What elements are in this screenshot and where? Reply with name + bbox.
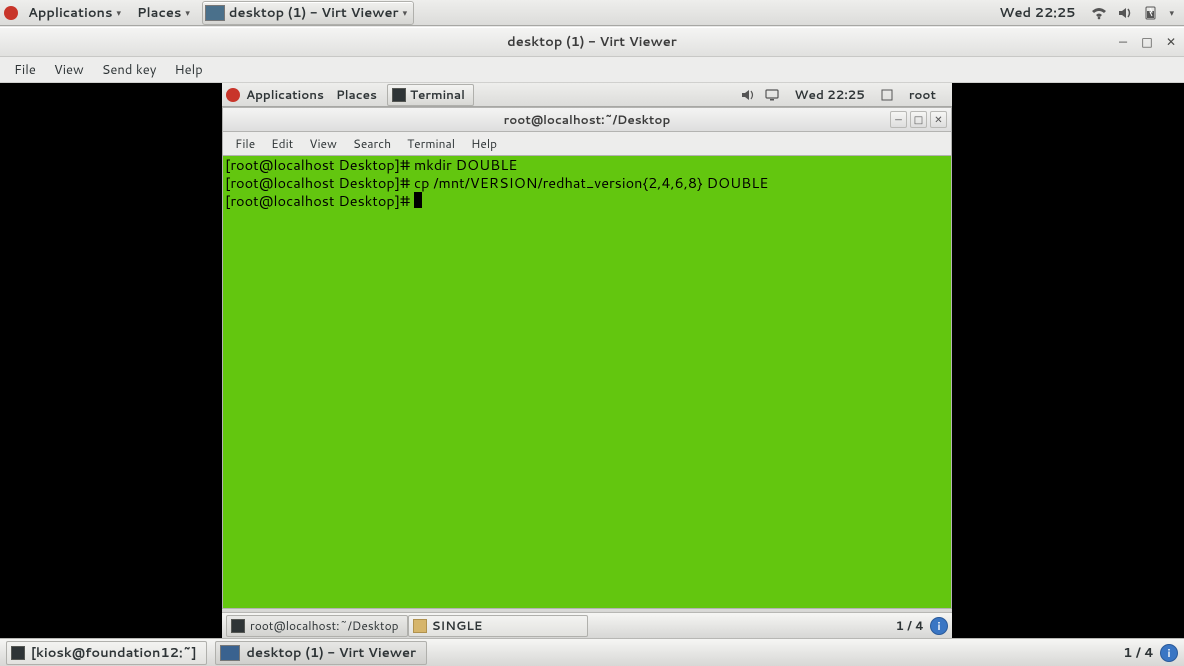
taskbar-item-label: root@localhost:~/Desktop [250,617,399,634]
terminal-maximize-button[interactable]: □ [910,111,927,128]
places-label: Places [137,4,181,22]
terminal-menubar: File Edit View Search Terminal Help [222,131,952,155]
terminal-minimize-button[interactable]: — [890,111,907,128]
chevron-down-icon[interactable]: ▾ [1169,6,1174,19]
terminal-menu-file[interactable]: File [227,133,263,154]
maximize-button[interactable]: □ [1140,34,1154,48]
virt-menu-help[interactable]: Help [166,59,210,81]
places-label: Places [336,86,377,103]
cursor-icon [414,192,422,208]
chevron-down-icon: ▾ [116,6,121,19]
guest-top-panel: Applications Places Terminal Wed 22:25 r… [222,83,952,107]
clock[interactable]: Wed 22:25 [993,2,1081,24]
applications-label: Applications [28,4,112,22]
workspace-indicator[interactable]: 1 / 4 [1123,644,1154,662]
guest-applications-menu[interactable]: Applications [240,84,330,105]
outer-top-panel: Applications ▾ Places ▾ desktop (1) - Vi… [0,0,1184,26]
minimize-button[interactable]: — [1116,34,1130,48]
terminal-titlebar[interactable]: root@localhost:~/Desktop — □ ✕ [222,107,952,131]
terminal-body[interactable]: [root@localhost Desktop]# mkdir DOUBLE [… [222,155,952,609]
virt-viewer-title: desktop (1) - Virt Viewer [507,33,677,51]
folder-icon [413,619,427,633]
taskbar-item-label: [kiosk@foundation12:~] [31,644,196,662]
virt-menu-sendkey[interactable]: Send key [94,59,165,81]
places-menu[interactable]: Places ▾ [131,2,196,24]
taskbar-item-kiosk-terminal[interactable]: [kiosk@foundation12:~] [6,641,207,665]
applications-menu[interactable]: Applications ▾ [22,2,127,24]
window-thumb-icon [205,5,225,21]
applications-label: Applications [246,86,324,103]
outer-bottom-panel: [kiosk@foundation12:~] desktop (1) - Vir… [0,638,1184,666]
taskbar-item-label: SINGLE [432,617,483,634]
chevron-down-icon: ▾ [403,6,408,19]
guest-active-app[interactable]: Terminal [387,84,474,106]
terminal-line: [root@localhost Desktop]# [225,192,949,210]
workspace-indicator[interactable]: 1 / 4 [896,617,924,634]
guest-clock[interactable]: Wed 22:25 [788,84,870,105]
guest-desktop: Applications Places Terminal Wed 22:25 r… [222,83,952,638]
active-windowtab-virtviewer[interactable]: desktop (1) - Virt Viewer ▾ [202,1,414,25]
wifi-icon[interactable] [1091,5,1107,21]
taskbar-item-files[interactable]: SINGLE [408,615,588,637]
distro-logo-icon [226,88,240,102]
terminal-title: root@localhost:~/Desktop [504,111,671,128]
active-app-label: Terminal [410,86,465,103]
volume-icon[interactable] [740,87,756,103]
terminal-menu-edit[interactable]: Edit [263,133,301,154]
virt-viewer-display[interactable]: Applications Places Terminal Wed 22:25 r… [0,83,1184,638]
guest-user-menu[interactable]: root [903,84,942,105]
window-thumb-icon [220,645,240,661]
terminal-icon [11,646,25,660]
volume-icon[interactable] [1117,5,1133,21]
virt-viewer-menubar: File View Send key Help [0,57,1184,83]
terminal-close-button[interactable]: ✕ [930,111,947,128]
terminal-menu-view[interactable]: View [301,133,345,154]
distro-logo-icon [4,6,18,20]
terminal-prompt-text: [root@localhost Desktop]# [225,190,414,211]
close-button[interactable]: ✕ [1164,34,1178,48]
chevron-down-icon: ▾ [185,6,190,19]
virt-viewer-titlebar[interactable]: desktop (1) - Virt Viewer — □ ✕ [0,27,1184,57]
terminal-icon [392,88,406,102]
taskbar-item-terminal[interactable]: root@localhost:~/Desktop [226,615,408,637]
terminal-window: root@localhost:~/Desktop — □ ✕ File Edit… [222,107,952,612]
taskbar-item-label: desktop (1) - Virt Viewer [246,644,416,662]
user-icon [879,87,895,103]
virt-menu-file[interactable]: File [6,59,44,81]
terminal-icon [231,619,245,633]
terminal-menu-search[interactable]: Search [345,133,399,154]
virt-menu-view[interactable]: View [46,59,92,81]
active-window-title: desktop (1) - Virt Viewer [229,4,399,22]
notification-badge-icon[interactable]: i [1160,644,1178,662]
taskbar-item-virtviewer[interactable]: desktop (1) - Virt Viewer [215,641,427,665]
guest-bottom-panel: root@localhost:~/Desktop SINGLE 1 / 4 i [222,612,952,638]
guest-places-menu[interactable]: Places [330,84,383,105]
virt-viewer-window: desktop (1) - Virt Viewer — □ ✕ File Vie… [0,27,1184,638]
display-icon[interactable] [764,87,780,103]
notification-badge-icon[interactable]: i [930,617,948,635]
terminal-menu-help[interactable]: Help [463,133,505,154]
terminal-menu-terminal[interactable]: Terminal [399,133,463,154]
battery-icon[interactable] [1143,5,1159,21]
